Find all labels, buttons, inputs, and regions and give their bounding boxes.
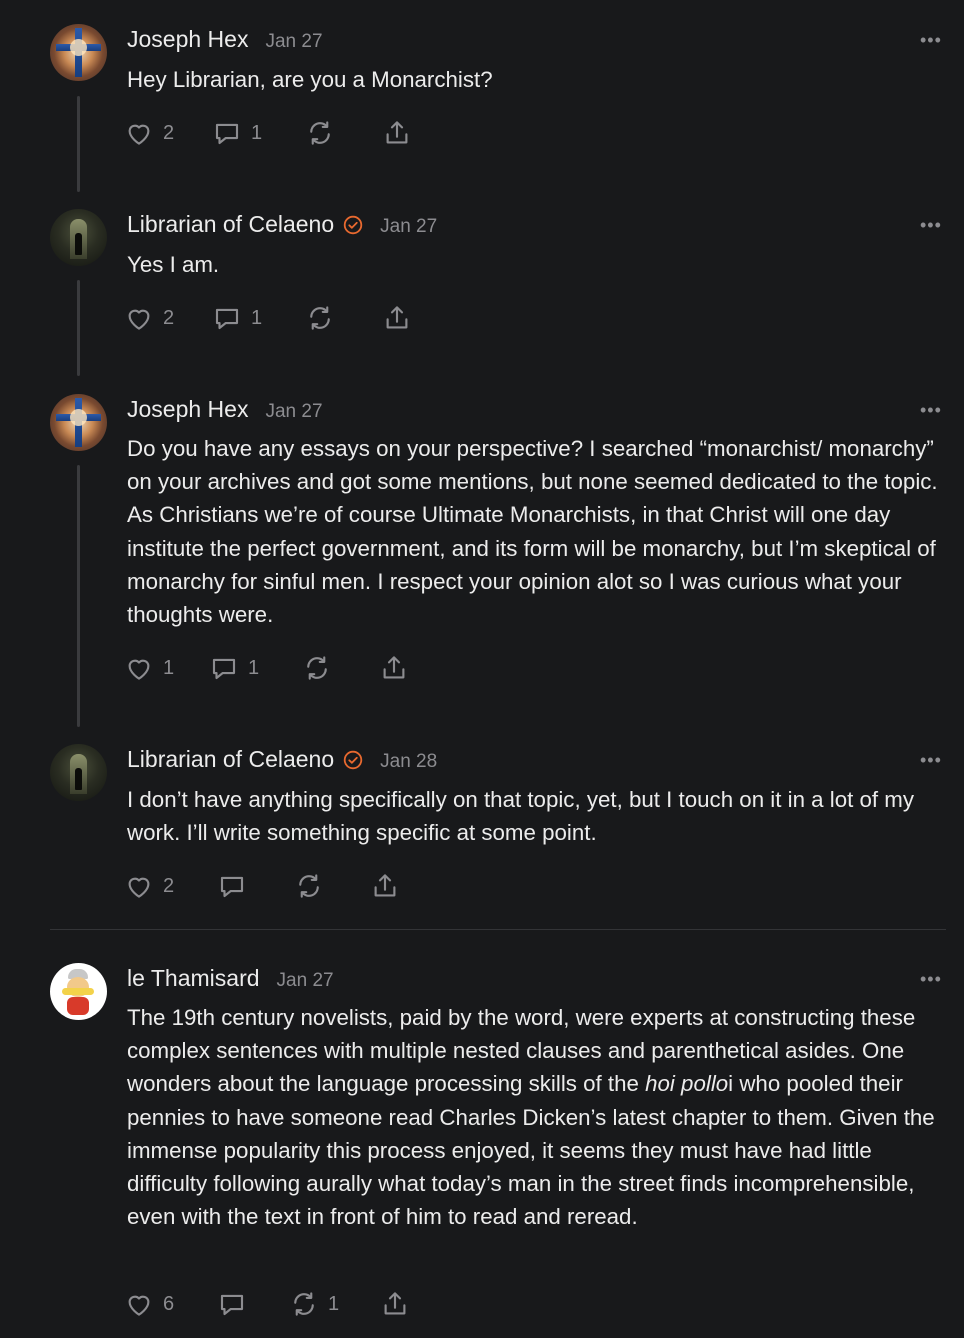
comment-bubble-icon [215, 123, 239, 145]
comment-text: Hey Librarian, are you a Monarchist? [127, 67, 493, 92]
share-button[interactable] [379, 653, 409, 683]
like-count: 2 [163, 306, 175, 329]
author-name[interactable]: Joseph Hex [127, 396, 248, 423]
restack-button[interactable] [302, 653, 332, 683]
heart-icon [128, 659, 150, 680]
share-upload-icon [384, 1292, 406, 1315]
comment-date[interactable]: Jan 27 [380, 216, 437, 238]
restack-arrows-icon [294, 1292, 314, 1316]
verified-check-icon [343, 750, 363, 770]
restack-count: 1 [328, 1292, 340, 1315]
reply-button[interactable] [217, 871, 247, 901]
thread-line [77, 96, 80, 192]
like-count: 6 [163, 1292, 175, 1315]
restack-arrows-icon [310, 121, 330, 145]
reply-count: 1 [251, 306, 263, 329]
restack-button[interactable] [294, 871, 324, 901]
share-button[interactable] [380, 1289, 410, 1319]
reply-button[interactable]: 1 [209, 653, 259, 683]
heart-icon [128, 1295, 150, 1316]
heart-icon [128, 877, 150, 898]
more-dots-icon[interactable]: ••• [920, 969, 942, 990]
comment-bubble-icon [212, 658, 236, 680]
comment-text-italic: hoi pollo [645, 1071, 729, 1097]
share-upload-icon [386, 306, 408, 329]
share-button[interactable] [370, 871, 400, 901]
restack-arrows-icon [307, 656, 327, 680]
comment-text: Yes I am. [127, 252, 220, 277]
comment-date[interactable]: Jan 28 [380, 751, 437, 773]
comment-date[interactable]: Jan 27 [277, 970, 334, 992]
share-upload-icon [374, 874, 396, 897]
like-count: 2 [163, 874, 175, 897]
like-count: 2 [163, 121, 175, 144]
share-upload-icon [383, 656, 405, 679]
comment-text: Do you have any essays on your perspecti… [127, 436, 938, 628]
comment-bubble-icon [220, 876, 244, 898]
more-dots-icon[interactable]: ••• [920, 400, 942, 421]
comment-text: I don’t have anything specifically on th… [127, 787, 915, 846]
comment-bubble-icon [215, 308, 239, 330]
author-name[interactable]: Joseph Hex [127, 26, 248, 53]
like-button[interactable]: 2 [124, 871, 174, 901]
like-button[interactable]: 1 [124, 653, 174, 683]
thread-line [77, 465, 80, 727]
more-dots-icon[interactable]: ••• [920, 30, 942, 51]
comment-text: The 19th century novelists, paid by the … [127, 1001, 947, 1233]
like-button[interactable]: 2 [124, 303, 174, 333]
more-dots-icon[interactable]: ••• [920, 750, 942, 771]
heart-icon [128, 124, 150, 145]
author-name[interactable]: Librarian of Celaeno [127, 746, 334, 773]
like-count: 1 [163, 656, 175, 679]
reply-button[interactable]: 1 [212, 303, 262, 333]
avatar[interactable] [50, 963, 107, 1020]
avatar[interactable] [50, 744, 107, 801]
reply-count: 1 [248, 656, 260, 679]
restack-button[interactable]: 1 [289, 1289, 339, 1319]
share-button[interactable] [382, 303, 412, 333]
reply-button[interactable] [217, 1289, 247, 1319]
thread-line [77, 280, 80, 376]
reply-button[interactable]: 1 [212, 118, 262, 148]
reply-count: 1 [251, 121, 263, 144]
restack-button[interactable] [305, 118, 335, 148]
heart-icon [128, 309, 150, 330]
like-button[interactable]: 6 [124, 1289, 174, 1319]
avatar[interactable] [50, 24, 107, 81]
restack-arrows-icon [310, 306, 330, 330]
share-upload-icon [386, 121, 408, 144]
comment-bubble-icon [220, 1294, 244, 1316]
author-name[interactable]: le Thamisard [127, 965, 260, 992]
thread-divider [50, 929, 946, 930]
comment-date[interactable]: Jan 27 [265, 31, 322, 53]
verified-check-icon [343, 215, 363, 235]
restack-button[interactable] [305, 303, 335, 333]
avatar[interactable] [50, 209, 107, 266]
like-button[interactable]: 2 [124, 118, 174, 148]
more-dots-icon[interactable]: ••• [920, 215, 942, 236]
comment-date[interactable]: Jan 27 [265, 401, 322, 423]
share-button[interactable] [382, 118, 412, 148]
author-name[interactable]: Librarian of Celaeno [127, 211, 334, 238]
avatar[interactable] [50, 394, 107, 451]
restack-arrows-icon [299, 874, 319, 898]
